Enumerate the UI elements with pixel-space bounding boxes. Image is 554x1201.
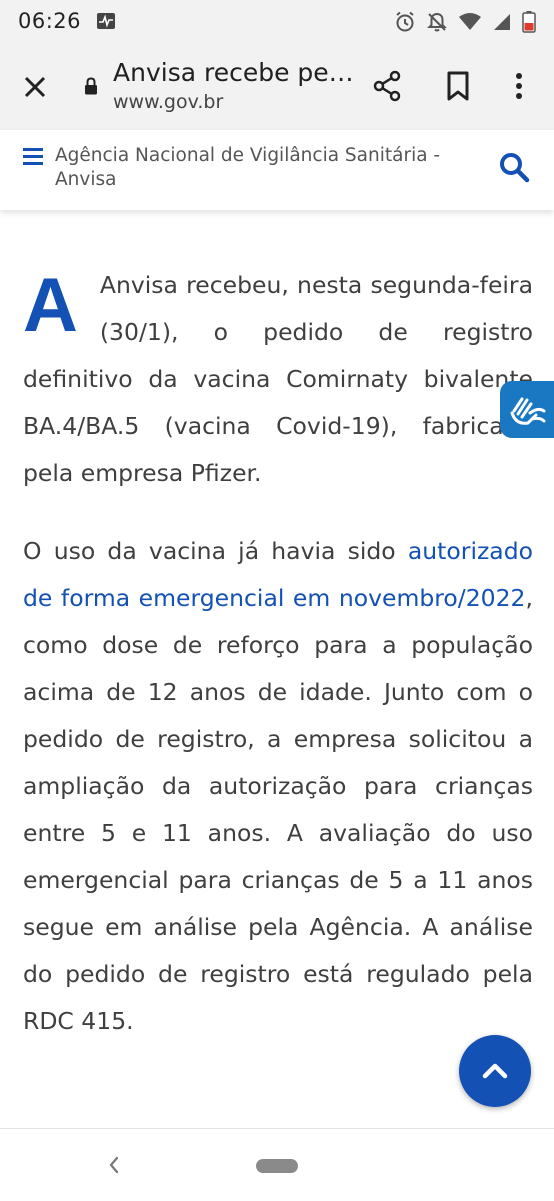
signal-icon: [494, 14, 510, 30]
site-header: Agência Nacional de Vigilância Sanitária…: [0, 130, 554, 210]
paragraph-2: O uso da vacina já havia sido autorizado…: [23, 528, 533, 1045]
back-icon[interactable]: [106, 1155, 122, 1175]
status-bar: 06:26: [0, 0, 554, 44]
article-body: A Anvisa recebeu, nesta segunda-feira (3…: [23, 262, 533, 1076]
battery-icon: [522, 11, 536, 33]
wifi-icon: [459, 13, 481, 30]
back-to-top-button[interactable]: [459, 1035, 531, 1107]
activity-icon: [97, 13, 115, 29]
notifications-off-icon: [427, 12, 447, 32]
paragraph-2-end: , como dose de reforço para a população …: [23, 584, 533, 1035]
search-icon[interactable]: [497, 150, 531, 184]
site-name[interactable]: Agência Nacional de Vigilância Sanitária…: [55, 144, 455, 192]
status-icons: [394, 10, 536, 34]
paragraph-1: Anvisa recebeu, nesta segunda-feira (30/…: [23, 271, 533, 487]
alarm-icon: [396, 11, 414, 32]
chevron-up-icon: [482, 1063, 508, 1079]
page-title[interactable]: Anvisa recebe pe…: [113, 58, 354, 87]
more-vert-icon[interactable]: [509, 70, 529, 102]
sign-language-icon: [510, 397, 546, 425]
accessibility-widget-button[interactable]: [500, 381, 554, 438]
bookmark-icon[interactable]: [445, 70, 471, 102]
lock-icon: [85, 77, 97, 95]
drop-cap: A: [23, 263, 78, 348]
browser-toolbar: Anvisa recebe pe… www.gov.br: [0, 44, 554, 130]
share-icon[interactable]: [371, 70, 403, 102]
status-time: 06:26: [18, 9, 82, 33]
paragraph-2-start: O uso da vacina já havia sido: [23, 537, 408, 565]
page-url[interactable]: www.gov.br: [113, 91, 223, 113]
system-navigation-bar: [0, 1128, 554, 1201]
home-pill[interactable]: [256, 1159, 298, 1173]
menu-icon[interactable]: [23, 148, 43, 165]
close-icon[interactable]: [20, 72, 50, 102]
